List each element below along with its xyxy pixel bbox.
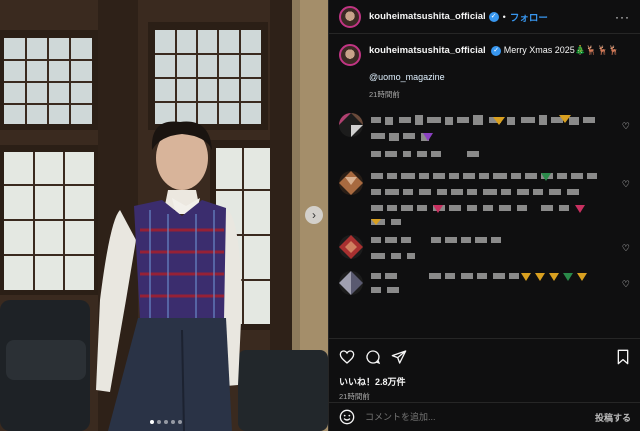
pixelated-comment-text bbox=[371, 115, 595, 157]
post-photo[interactable]: › bbox=[0, 0, 328, 431]
comment-input[interactable] bbox=[365, 412, 595, 422]
post-side-panel: kouheimatsushita_official ✓ • フォロー ··· k… bbox=[328, 0, 640, 431]
next-image-button[interactable]: › bbox=[305, 206, 323, 224]
carousel-dot bbox=[157, 420, 161, 424]
mention-link[interactable]: @uomo_magazine bbox=[369, 71, 620, 84]
post-comment-button[interactable]: 投稿する bbox=[595, 411, 631, 424]
follow-button[interactable]: フォロー bbox=[510, 10, 548, 24]
pixelated-avatar[interactable] bbox=[339, 113, 363, 137]
carousel-dot bbox=[164, 420, 168, 424]
post-timestamp: 21時間前 bbox=[339, 392, 370, 401]
photo-illustration bbox=[0, 0, 328, 431]
like-count[interactable]: いいね！2.8万件 bbox=[339, 375, 631, 388]
share-icon[interactable] bbox=[391, 349, 407, 365]
comment-icon[interactable] bbox=[365, 349, 381, 365]
list-item: ♡ bbox=[339, 235, 630, 261]
caption-text: Merry Xmas 2025🎄🦌🦌🦌 bbox=[503, 45, 620, 55]
pixelated-avatar[interactable] bbox=[339, 271, 363, 295]
bookmark-icon[interactable] bbox=[615, 349, 631, 365]
carousel-dot bbox=[150, 420, 154, 424]
list-item: ♡ bbox=[339, 171, 630, 225]
separator: • bbox=[502, 11, 506, 22]
instagram-post-modal: › kouheimatsushita_official ✓ • フォロー ···… bbox=[0, 0, 640, 431]
verified-icon: ✓ bbox=[488, 11, 499, 22]
list-item: ♡ bbox=[339, 113, 630, 161]
verified-icon: ✓ bbox=[491, 45, 502, 56]
post-actions: いいね！2.8万件 21時間前 bbox=[329, 338, 640, 402]
post-caption: kouheimatsushita_official ✓ Merry Xmas 2… bbox=[329, 34, 640, 101]
post-header: kouheimatsushita_official ✓ • フォロー ··· bbox=[329, 0, 640, 34]
carousel-dot bbox=[171, 420, 175, 424]
chevron-right-icon: › bbox=[312, 208, 316, 222]
comment-box: 投稿する bbox=[329, 402, 640, 431]
header-username[interactable]: kouheimatsushita_official bbox=[369, 11, 486, 22]
comments-list: ♡ ♡ ♡ ♡ bbox=[329, 113, 640, 295]
pixelated-avatar[interactable] bbox=[339, 171, 363, 195]
avatar[interactable] bbox=[339, 5, 361, 28]
heart-icon[interactable] bbox=[339, 349, 355, 365]
comment-like-icon[interactable]: ♡ bbox=[622, 121, 630, 132]
caption-timestamp: 21時間前 bbox=[369, 90, 400, 99]
comment-like-icon[interactable]: ♡ bbox=[622, 179, 630, 190]
emoji-icon[interactable] bbox=[339, 409, 355, 425]
comment-like-icon[interactable]: ♡ bbox=[622, 243, 630, 254]
more-icon[interactable]: ··· bbox=[615, 10, 630, 24]
carousel-dot bbox=[178, 420, 182, 424]
pixelated-comment-text bbox=[371, 173, 597, 225]
pixelated-comment-text bbox=[371, 237, 501, 259]
list-item: ♡ bbox=[339, 271, 630, 295]
pixelated-comment-text bbox=[371, 273, 587, 293]
caption-avatar[interactable] bbox=[339, 44, 361, 66]
carousel-dots bbox=[150, 420, 182, 424]
caption-username[interactable]: kouheimatsushita_official bbox=[369, 45, 486, 56]
pixelated-avatar[interactable] bbox=[339, 235, 363, 259]
comment-like-icon[interactable]: ♡ bbox=[622, 279, 630, 290]
